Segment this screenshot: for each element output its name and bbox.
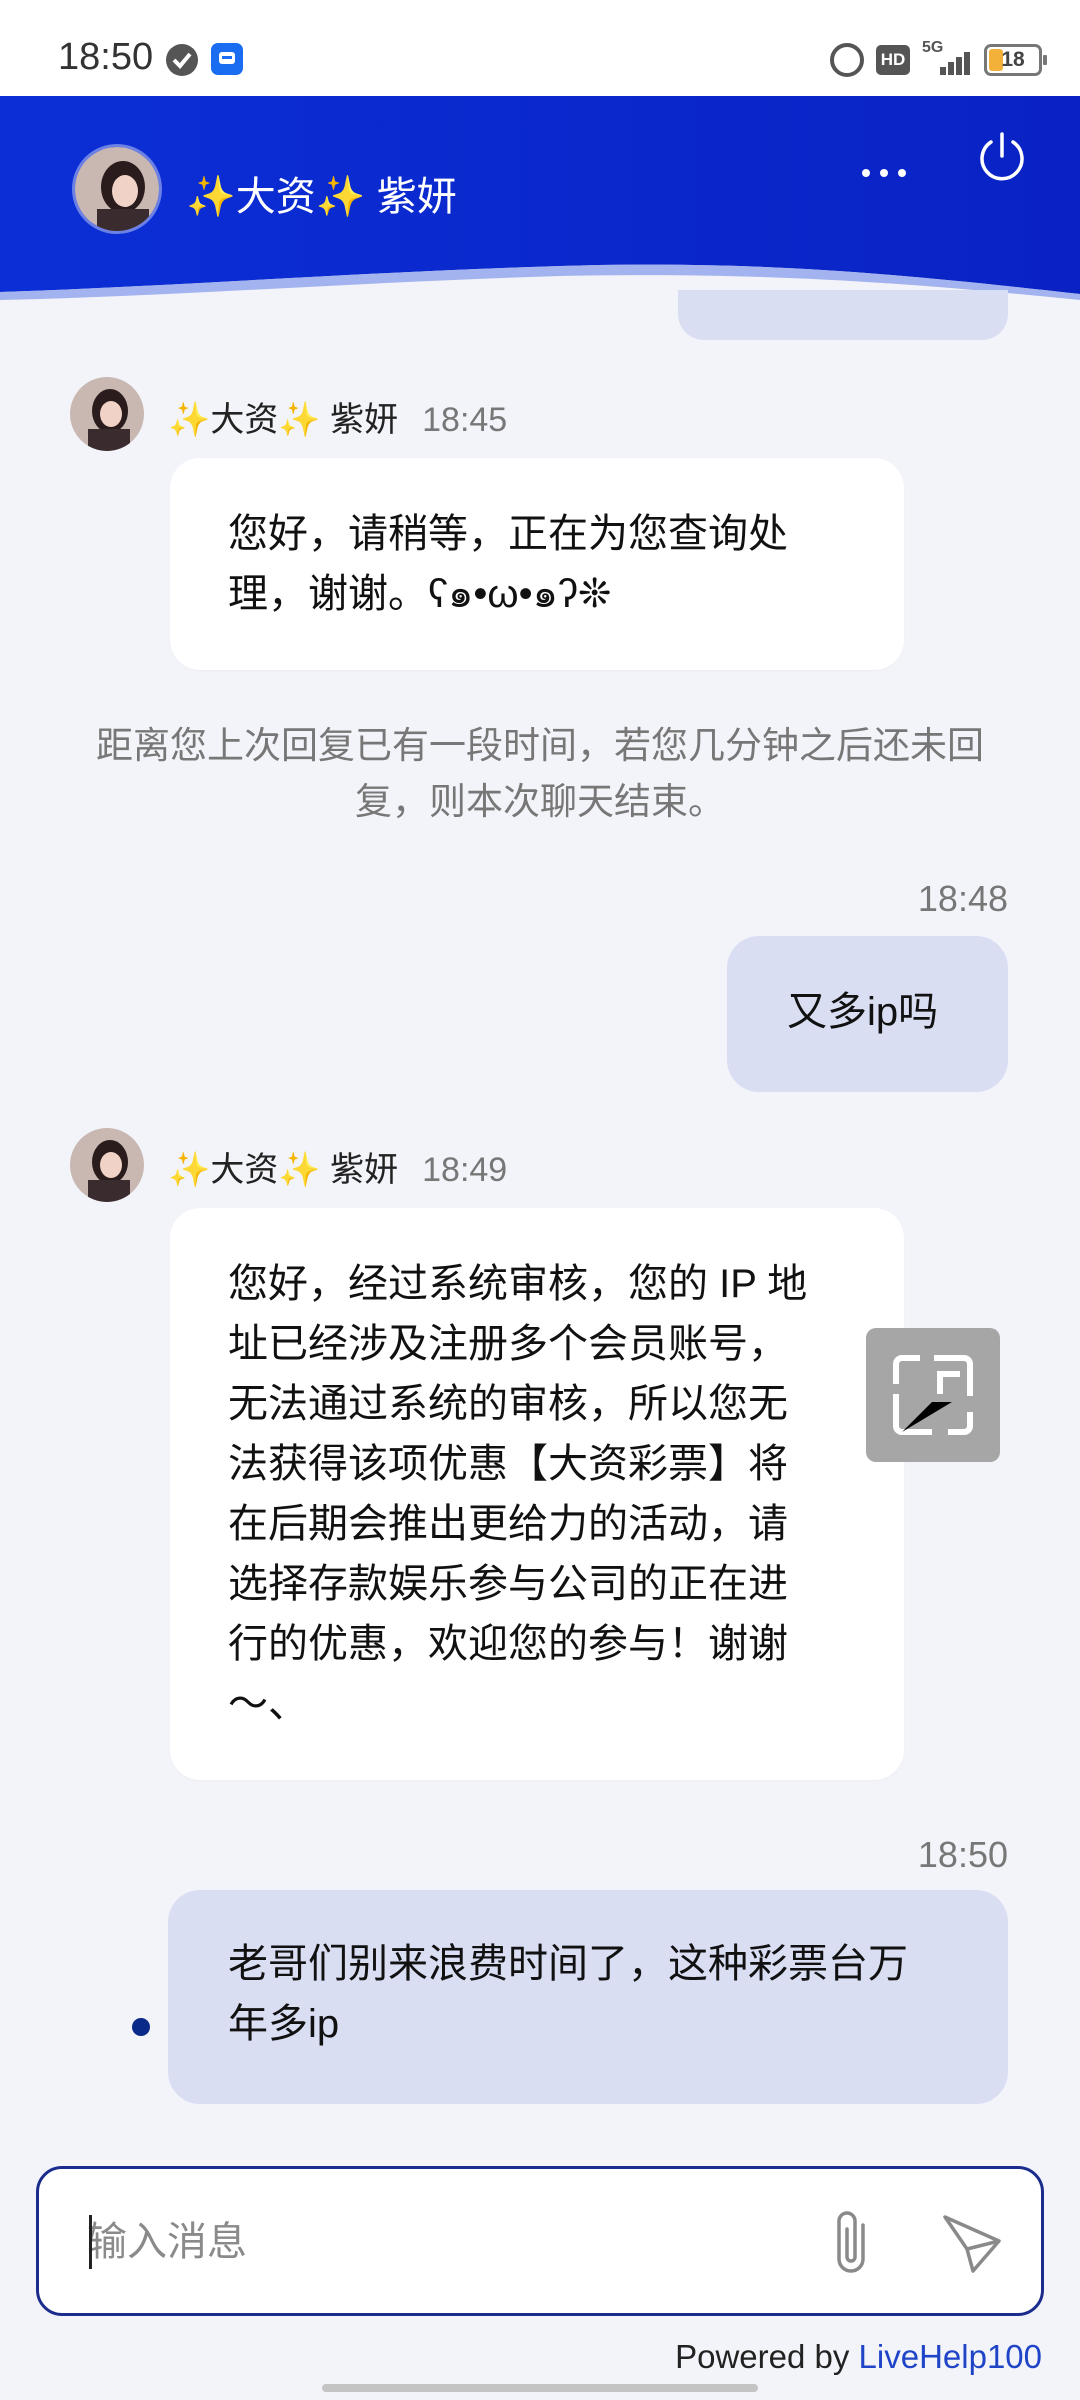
status-icons: HD 5G 18 xyxy=(830,39,1047,80)
message-time: 18:48 xyxy=(917,878,1008,919)
attach-file-button[interactable] xyxy=(823,2207,883,2279)
chat-header: ✨大资✨ 紫妍 xyxy=(0,96,1080,306)
hd-badge: HD xyxy=(876,45,910,75)
message-time: 18:45 xyxy=(422,401,508,439)
app-notification-icon xyxy=(211,43,243,75)
message-line: 老哥们别来浪费时间了，这种彩票台万 xyxy=(228,1942,908,1986)
battery-level: 18 xyxy=(1001,48,1025,71)
message-line: 选择存款娱乐参与公司的正在进 xyxy=(228,1562,788,1606)
agent-avatar[interactable] xyxy=(72,144,162,234)
livehelp-link[interactable]: LiveHelp100 xyxy=(859,2338,1042,2375)
sender-name: ✨大资✨ 紫妍 xyxy=(168,1151,399,1189)
message-input[interactable] xyxy=(87,2207,787,2277)
battery-icon: 18 xyxy=(984,44,1047,76)
message-composer xyxy=(36,2166,1044,2316)
alarm-icon xyxy=(830,43,864,77)
agent-message-bubble: 您好，经过系统审核，您的 IP 地 址已经涉及注册多个会员账号， 无法通过系统的… xyxy=(170,1208,904,1780)
send-icon xyxy=(943,2215,1001,2273)
agent-avatar-small xyxy=(70,1128,144,1202)
signal-icon: 5G xyxy=(922,39,972,77)
system-notice-line: 距离您上次回复已有一段时间，若您几分钟之后还未回 xyxy=(96,725,984,766)
powered-by-label: Powered by xyxy=(675,2338,859,2375)
message-line: 行的优惠，欢迎您的参与！谢谢 xyxy=(228,1622,788,1666)
paperclip-icon xyxy=(837,2211,865,2273)
message-line: ～、 xyxy=(228,1682,308,1726)
system-notice-line: 复，则本次聊天结束。 xyxy=(355,781,725,822)
message-line: 您好，请稍等，正在为您查询处 xyxy=(228,512,788,556)
agent-message-bubble: 您好，请稍等，正在为您查询处 理，谢谢。ʕ๑•ω•๑ʔ❊ xyxy=(170,458,904,670)
send-button[interactable] xyxy=(939,2211,1005,2277)
more-options-icon[interactable] xyxy=(858,148,910,198)
message-line: 无法通过系统的审核，所以您无 xyxy=(228,1382,788,1426)
message-line: 法获得该项优惠【大资彩票】将 xyxy=(228,1442,788,1486)
message-line: 年多ip xyxy=(228,2002,340,2046)
message-line: 理，谢谢。ʕ๑•ω•๑ʔ❊ xyxy=(228,572,612,616)
check-circle-icon xyxy=(166,44,198,76)
powered-by: Powered by LiveHelp100 xyxy=(675,2338,1042,2376)
agent-name: ✨大资✨ 紫妍 xyxy=(186,175,457,219)
expand-icon xyxy=(893,1355,973,1435)
message-time: 18:50 xyxy=(917,1834,1008,1875)
message-meta: ✨大资✨ 紫妍 18:45 xyxy=(168,392,507,441)
message-meta: ✨大资✨ 紫妍 18:49 xyxy=(168,1142,507,1191)
expand-window-button[interactable] xyxy=(866,1328,1000,1462)
sent-status-dot xyxy=(132,2018,150,2036)
home-indicator[interactable] xyxy=(322,2384,758,2392)
system-notice: 距离您上次回复已有一段时间，若您几分钟之后还未回 复，则本次聊天结束。 xyxy=(66,718,1014,830)
message-line: 您好，经过系统审核，您的 IP 地 xyxy=(228,1262,808,1306)
status-bar: 18:50 HD 5G 18 xyxy=(0,0,1080,96)
sender-name: ✨大资✨ 紫妍 xyxy=(168,401,399,439)
status-time: 18:50 xyxy=(58,36,154,78)
message-line: 在后期会推出更给力的活动，请 xyxy=(228,1502,788,1546)
network-type: 5G xyxy=(922,39,944,56)
message-line: 址已经涉及注册多个会员账号， xyxy=(228,1322,788,1366)
text-caret xyxy=(89,2215,92,2269)
user-message-bubble: 又多ip吗 xyxy=(727,936,1008,1092)
previous-user-bubble xyxy=(678,290,1008,340)
agent-avatar-small xyxy=(70,377,144,451)
power-icon[interactable] xyxy=(975,130,1029,184)
message-time: 18:49 xyxy=(422,1151,508,1189)
user-message-bubble: 老哥们别来浪费时间了，这种彩票台万 年多ip xyxy=(168,1890,1008,2104)
message-text: 又多ip吗 xyxy=(787,990,939,1034)
